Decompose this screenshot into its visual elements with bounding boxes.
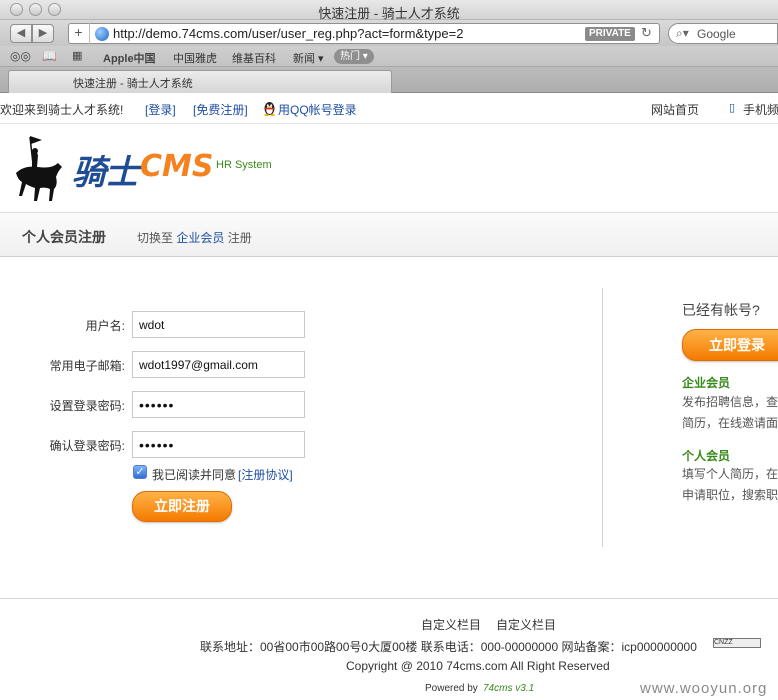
site-header: 骑士 CMS HR System xyxy=(0,125,778,213)
back-button[interactable]: ◀ xyxy=(10,24,32,43)
bookmarks-book-icon[interactable]: 📖 xyxy=(42,49,57,63)
agree-checkbox[interactable]: ✓ xyxy=(133,465,147,479)
registration-subbar: 个人会员注册 切换至 企业会员 注册 xyxy=(0,213,778,257)
person-desc-line1: 填写个人简历，在 xyxy=(682,467,778,481)
bookmark-yahoo[interactable]: 中国雅虎 xyxy=(173,50,217,66)
person-member-title: 个人会员 xyxy=(682,449,731,463)
username-input[interactable] xyxy=(132,311,305,338)
bookmark-hot[interactable]: 热门 ▾ xyxy=(334,49,374,64)
login-link[interactable]: [登录] xyxy=(145,101,176,118)
footer-copyright: Copyright @ 2010 74cms.com All Right Res… xyxy=(346,659,610,673)
cnzz-badge-text: CNZZ xyxy=(714,639,733,646)
address-bar[interactable]: + http://demo.74cms.com/user/user_reg.ph… xyxy=(68,23,660,44)
page-title: 个人会员注册 xyxy=(22,229,106,245)
site-top-nav: 欢迎来到骑士人才系统! [登录] [免费注册] 用QQ帐号登录 网站首页 ▯ 手… xyxy=(0,93,778,124)
mobile-channel-link[interactable]: 手机频 xyxy=(743,101,778,118)
search-field[interactable]: ⌕▾ Google xyxy=(668,23,778,44)
tab-bar: 快速注册 - 骑士人才系统 xyxy=(0,67,778,93)
email-label: 常用电子邮箱: xyxy=(49,359,125,373)
logo-text: 骑士 xyxy=(72,153,139,193)
browser-toolbar: ◀ ▶ + http://demo.74cms.com/user/user_re… xyxy=(0,20,778,46)
forward-button[interactable]: ▶ xyxy=(32,24,54,43)
have-account-heading: 已经有帐号? xyxy=(682,302,760,318)
qq-login-link[interactable]: 用QQ帐号登录 xyxy=(278,101,357,118)
welcome-text: 欢迎来到骑士人才系统! xyxy=(0,103,124,117)
bookmark-wikipedia[interactable]: 维基百科 xyxy=(232,50,276,66)
powered-by-link[interactable]: 74cms v3.1 xyxy=(483,683,534,694)
company-desc-line2: 简历，在线邀请面 xyxy=(682,416,778,430)
bookmark-apple[interactable]: Apple中国 xyxy=(103,50,156,66)
tab-active[interactable]: 快速注册 - 骑士人才系统 xyxy=(8,70,392,93)
switch-prefix: 切换至 xyxy=(137,231,174,245)
agreement-link[interactable]: [注册协议] xyxy=(238,466,293,483)
footer-divider xyxy=(0,598,778,599)
password-input[interactable] xyxy=(132,391,305,418)
company-member-title: 企业会员 xyxy=(682,376,731,390)
password-label: 设置登录密码: xyxy=(49,399,125,413)
reload-icon[interactable]: ↻ xyxy=(641,25,652,41)
footer-custom-link-2[interactable]: 自定义栏目 xyxy=(496,616,556,633)
cnzz-badge[interactable]: CNZZ xyxy=(713,638,761,648)
agree-text: 我已阅读并同意 xyxy=(152,468,237,482)
person-desc-line2: 申请职位，搜索职 xyxy=(682,488,778,502)
switch-member-type: 切换至 企业会员 注册 xyxy=(137,229,252,246)
private-badge: PRIVATE xyxy=(585,27,635,41)
bookmark-news[interactable]: 新闻 ▾ xyxy=(293,50,324,66)
switch-suffix: 注册 xyxy=(227,231,252,245)
powered-by-label: Powered by xyxy=(425,683,478,694)
username-label: 用户名: xyxy=(85,319,125,333)
form-divider xyxy=(602,288,603,547)
hr-system-text: HR System xyxy=(216,159,272,171)
confirm-password-input[interactable] xyxy=(132,431,305,458)
confirm-password-label: 确认登录密码: xyxy=(49,439,125,453)
search-placeholder: Google xyxy=(697,27,736,41)
free-register-link[interactable]: [免费注册] xyxy=(193,101,248,118)
home-link[interactable]: 网站首页 xyxy=(651,101,699,118)
tab-title: 快速注册 - 骑士人才系统 xyxy=(73,78,193,90)
window-titlebar: 快速注册 - 骑士人才系统 xyxy=(0,0,778,21)
add-bookmark-icon[interactable]: + xyxy=(68,23,90,44)
globe-icon xyxy=(95,27,109,41)
bookmarks-bar: ◎◎ 📖 ▦ Apple中国 中国雅虎 维基百科 新闻 ▾ 热门 ▾ xyxy=(0,46,778,67)
company-member-link[interactable]: 企业会员 xyxy=(176,231,224,245)
search-icon: ⌕▾ xyxy=(676,26,689,40)
register-submit-button[interactable]: 立即注册 xyxy=(132,491,232,522)
logo-cms-text: CMS xyxy=(140,149,214,184)
footer-contact: 联系地址：00省00市00路00号0大厦00楼 联系电话：000-0000000… xyxy=(200,640,697,654)
watermark-text: www.wooyun.org xyxy=(640,680,768,697)
top-sites-grid-icon[interactable]: ▦ xyxy=(72,49,82,62)
email-input[interactable] xyxy=(132,351,305,378)
knight-logo-icon[interactable] xyxy=(8,133,68,205)
login-now-button[interactable]: 立即登录 xyxy=(682,329,778,361)
footer-custom-link-1[interactable]: 自定义栏目 xyxy=(421,616,481,633)
phone-icon: ▯ xyxy=(729,102,736,114)
qq-penguin-icon xyxy=(264,102,275,116)
reading-glasses-icon[interactable]: ◎◎ xyxy=(10,49,31,63)
url-text: http://demo.74cms.com/user/user_reg.php?… xyxy=(113,26,464,41)
company-desc-line1: 发布招聘信息，查 xyxy=(682,395,778,409)
